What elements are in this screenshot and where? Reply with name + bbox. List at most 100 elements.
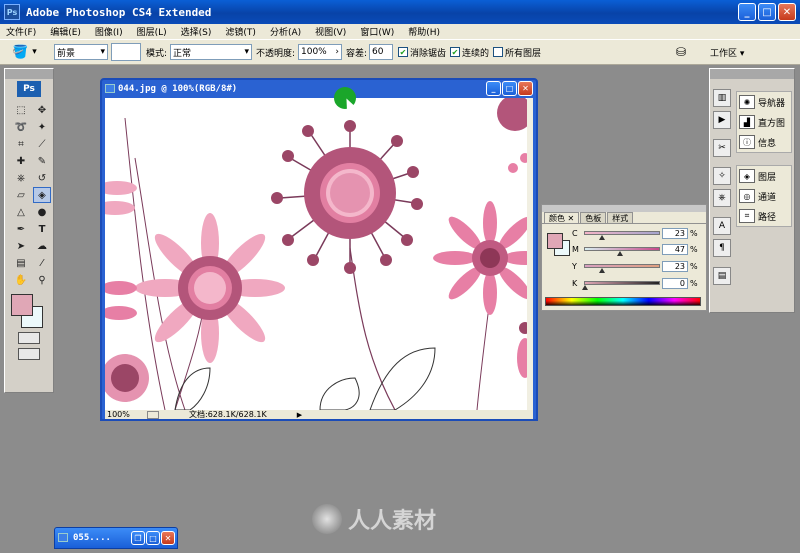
photoshop-logo[interactable]: Ps (17, 81, 41, 97)
tab-swatches[interactable]: 色板 (580, 212, 607, 223)
pattern-picker[interactable] (111, 43, 141, 61)
minimized-document-window[interactable]: 055.... ❐ □ ✕ (54, 527, 178, 549)
eyedropper-tool-icon[interactable]: ⁄ (33, 255, 51, 271)
black-slider-thumb[interactable] (582, 285, 588, 290)
maximize-button[interactable]: □ (146, 531, 160, 545)
cyan-slider-thumb[interactable] (599, 235, 606, 240)
dock-header[interactable] (710, 69, 794, 79)
actions-icon[interactable]: ▶ (713, 111, 731, 129)
yellow-slider[interactable] (584, 264, 660, 273)
menu-filter[interactable]: 滤镜(T) (225, 25, 256, 38)
menu-view[interactable]: 视图(V) (315, 25, 346, 38)
dock-item-paths[interactable]: ⌗ 路径 (737, 206, 791, 226)
tool-presets-icon[interactable]: ✂ (713, 139, 731, 157)
document-minimize-button[interactable]: _ (486, 81, 501, 96)
marquee-tool-icon[interactable]: ⬚ (12, 102, 30, 118)
blur-tool-icon[interactable]: △ (12, 204, 30, 220)
tab-color[interactable]: 颜色 ✕ (544, 212, 580, 223)
tolerance-field[interactable]: 60 (369, 44, 393, 60)
black-slider[interactable] (582, 281, 660, 290)
path-selection-tool-icon[interactable]: ➤ (12, 238, 30, 254)
dock-item-layers[interactable]: ◈ 图层 (737, 166, 791, 186)
options-bar: 🪣 ▾ 前景 ▾ 模式: 正常 ▾ 不透明度: 100% › 容差: 60 ✔ 消除锯齿 … (0, 39, 800, 65)
history-icon[interactable]: ▥ (713, 89, 731, 107)
magenta-slider-thumb[interactable] (616, 251, 623, 256)
close-button[interactable]: ✕ (161, 531, 175, 545)
tab-styles[interactable]: 样式 (607, 212, 634, 223)
black-value[interactable]: 0 (662, 277, 688, 289)
menu-file[interactable]: 文件(F) (6, 25, 36, 38)
contiguous-checkbox[interactable]: ✔ 连续的 (450, 44, 489, 60)
screen-mode-button[interactable] (18, 348, 40, 360)
type-tool-icon[interactable]: T (33, 221, 51, 237)
tool-preset-picker[interactable]: 🪣 ▾ (12, 44, 37, 60)
color-spectrum-bar[interactable] (545, 297, 701, 306)
brush-tool-icon[interactable]: ✎ (33, 153, 51, 169)
color-panel-header[interactable] (542, 205, 706, 212)
all-layers-checkbox[interactable]: 所有图层 (493, 44, 541, 60)
move-tool-icon[interactable]: ✥ (33, 102, 51, 118)
restore-button[interactable]: ❐ (131, 531, 145, 545)
history-brush-tool-icon[interactable]: ↺ (33, 170, 51, 186)
pen-tool-icon[interactable]: ✒ (12, 221, 30, 237)
zoom-tool-icon[interactable]: ⚲ (33, 272, 51, 288)
zoom-readout[interactable]: 100% (107, 410, 147, 419)
menu-analysis[interactable]: 分析(A) (270, 25, 301, 38)
brushes-icon[interactable]: ✧ (713, 167, 731, 185)
healing-brush-tool-icon[interactable]: ✚ (12, 153, 30, 169)
dock-item-channels[interactable]: ◎ 通道 (737, 186, 791, 206)
document-title-bar[interactable]: 044.jpg @ 100%(RGB/8#) _ □ ✕ (102, 80, 536, 98)
menu-layer[interactable]: 图层(L) (137, 25, 167, 38)
status-menu-icon[interactable] (147, 410, 159, 419)
slice-tool-icon[interactable]: ⟋ (33, 136, 51, 152)
magic-wand-tool-icon[interactable]: ✦ (33, 119, 51, 135)
hand-tool-icon[interactable]: ✋ (12, 272, 30, 288)
document-close-button[interactable]: ✕ (518, 81, 533, 96)
opacity-field[interactable]: 100% › (298, 44, 342, 60)
eraser-tool-icon[interactable]: ▱ (12, 187, 30, 203)
crop-tool-icon[interactable]: ⌗ (12, 136, 30, 152)
document-vertical-scrollbar[interactable] (527, 98, 533, 410)
close-button[interactable]: ✕ (778, 3, 796, 21)
lasso-tool-icon[interactable]: ➰ (12, 119, 30, 135)
paragraph-icon[interactable]: ¶ (713, 239, 731, 257)
menu-select[interactable]: 选择(S) (181, 25, 212, 38)
yellow-value[interactable]: 23 (662, 260, 688, 272)
notes-tool-icon[interactable]: ▤ (12, 255, 30, 271)
panel-foreground-swatch[interactable] (547, 233, 563, 249)
paint-bucket-tool-icon[interactable]: ◈ (33, 187, 51, 203)
character-icon[interactable]: A (713, 217, 731, 235)
cyan-value[interactable]: 23 (662, 227, 688, 239)
menu-bar: 文件(F) 编辑(E) 图像(I) 图层(L) 选择(S) 滤镜(T) 分析(A… (0, 24, 800, 39)
status-arrow-icon[interactable]: ▶ (297, 411, 302, 419)
clone-stamp-tool-icon[interactable]: ⎈ (12, 170, 30, 186)
menu-edit[interactable]: 编辑(E) (50, 25, 81, 38)
mode-select[interactable]: 正常 ▾ (170, 44, 252, 60)
clone-source-icon[interactable]: ⎈ (713, 189, 731, 207)
fill-source-select[interactable]: 前景 ▾ (54, 44, 108, 60)
image-canvas[interactable] (105, 98, 533, 410)
menu-help[interactable]: 帮助(H) (408, 25, 440, 38)
quick-mask-button[interactable] (18, 332, 40, 344)
maximize-button[interactable]: □ (758, 3, 776, 21)
bridge-icon[interactable]: ⛁ (676, 44, 686, 60)
shape-tool-icon[interactable]: ☁ (33, 238, 51, 254)
yellow-slider-thumb[interactable] (599, 268, 606, 273)
menu-window[interactable]: 窗口(W) (360, 25, 394, 38)
document-maximize-button[interactable]: □ (502, 81, 517, 96)
navigator-panel-group: ✺ 导航器 ▟ 直方图 ⓘ 信息 (736, 91, 792, 153)
minimize-button[interactable]: _ (738, 3, 756, 21)
layer-comps-icon[interactable]: ▤ (713, 267, 731, 285)
workspace-button[interactable]: 工作区 ▾ (710, 44, 744, 60)
dock-item-info[interactable]: ⓘ 信息 (737, 132, 791, 152)
dock-item-histogram[interactable]: ▟ 直方图 (737, 112, 791, 132)
dodge-tool-icon[interactable]: ● (33, 204, 51, 220)
magenta-value[interactable]: 47 (662, 243, 688, 255)
dock-item-navigator[interactable]: ✺ 导航器 (737, 92, 791, 112)
magenta-slider[interactable] (584, 247, 660, 256)
menu-image[interactable]: 图像(I) (95, 25, 123, 38)
cyan-slider[interactable] (584, 231, 660, 240)
foreground-color-swatch[interactable] (11, 294, 33, 316)
toolbox-header[interactable] (5, 69, 53, 79)
anti-alias-checkbox[interactable]: ✔ 消除锯齿 (398, 44, 446, 60)
